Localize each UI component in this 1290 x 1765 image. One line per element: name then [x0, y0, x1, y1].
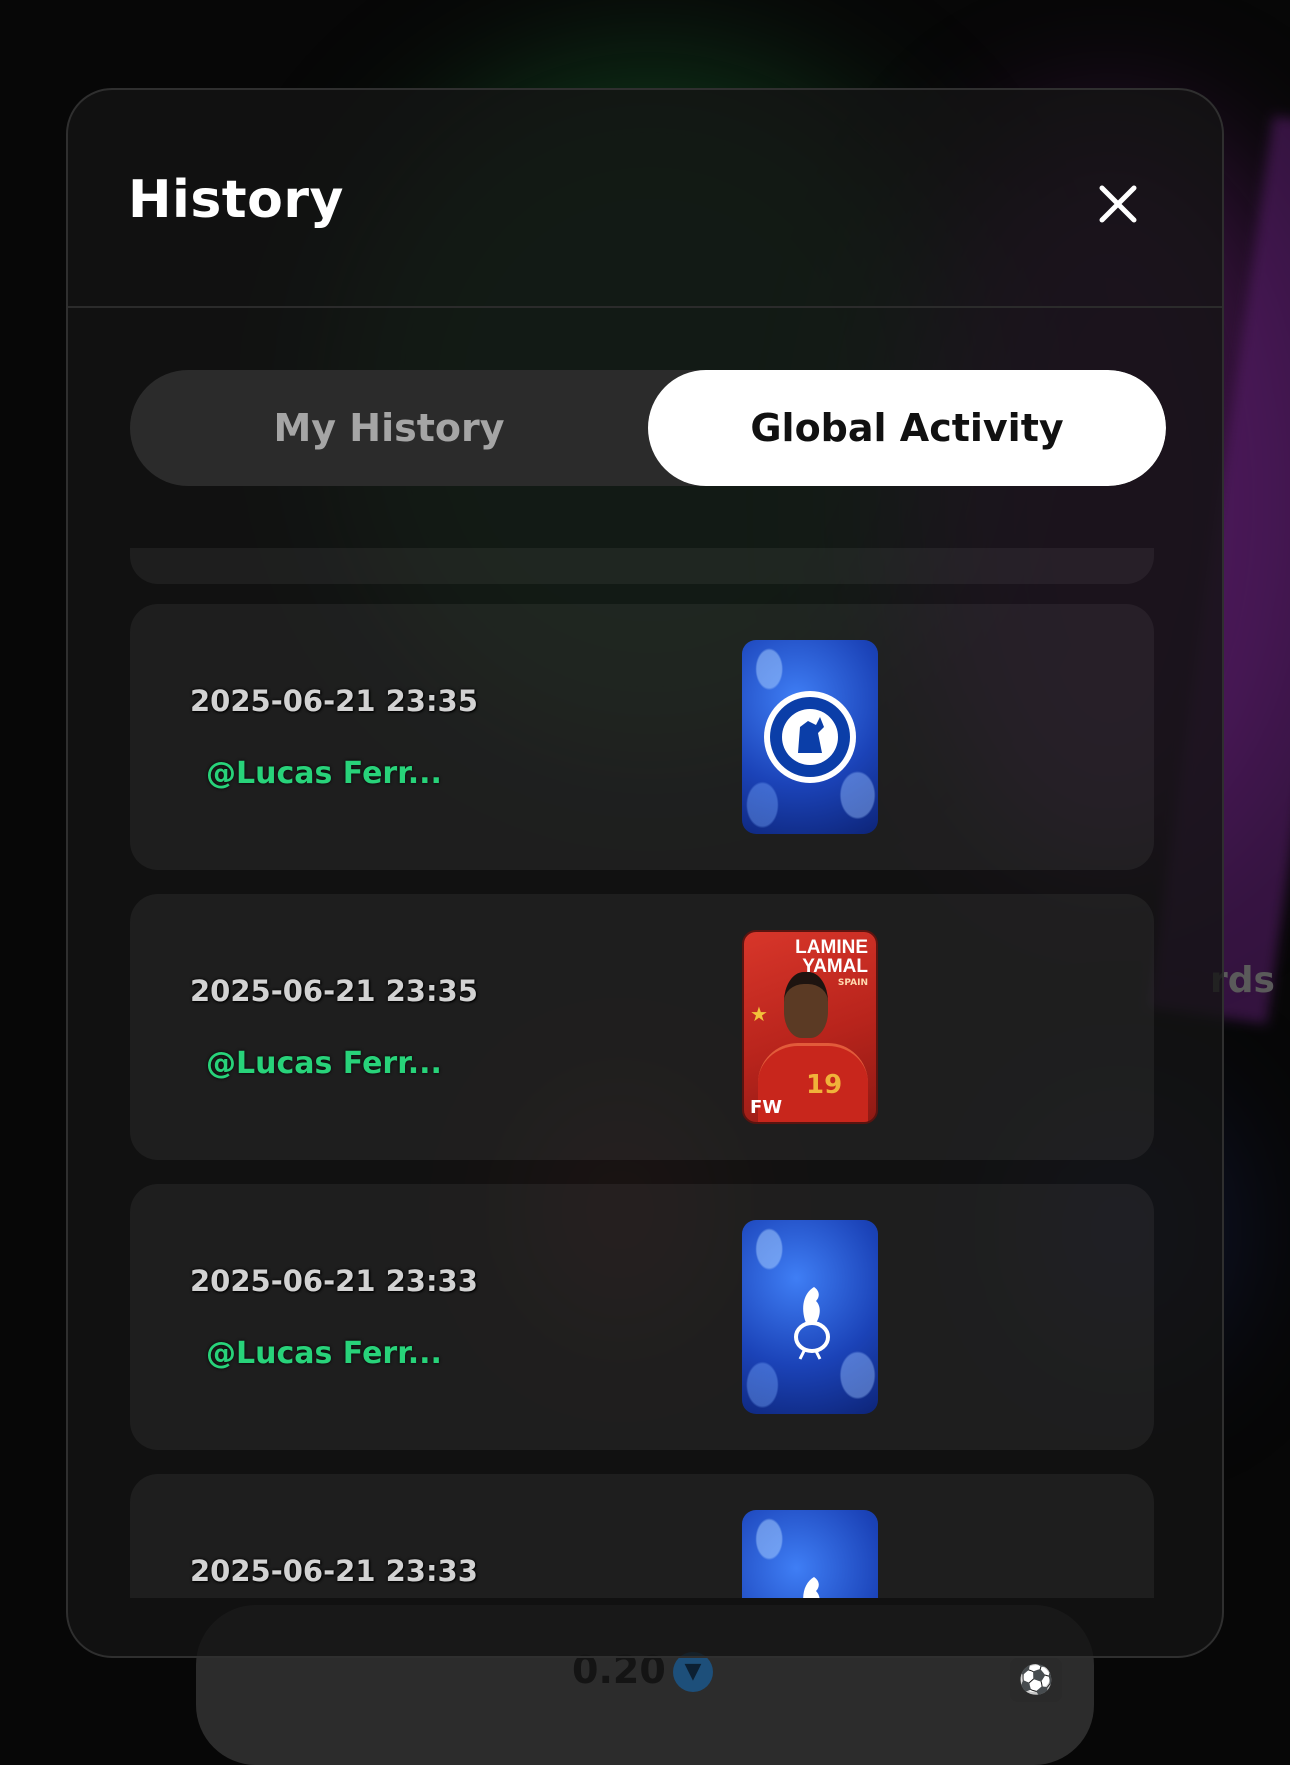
activity-username[interactable]: @Lucas Ferr...	[206, 1046, 442, 1081]
activity-timestamp: 2025-06-21 23:35	[190, 974, 478, 1008]
activity-timestamp: 2025-06-21 23:35	[190, 684, 478, 718]
player-name: LAMINE YAMAL	[795, 937, 868, 977]
activity-timestamp: 2025-06-21 23:33	[190, 1554, 478, 1588]
chelsea-club-card[interactable]	[742, 640, 878, 834]
star-icon: ★	[750, 1002, 768, 1026]
tab-my-history[interactable]: My History	[130, 370, 648, 486]
close-icon	[1099, 185, 1137, 223]
list-item[interactable]	[130, 548, 1154, 584]
tottenham-club-card[interactable]	[742, 1510, 878, 1598]
list-item[interactable]: 2025-06-21 23:35 @Lucas Ferr...	[130, 604, 1154, 870]
list-item[interactable]: 2025-06-21 23:35 @Lucas Ferr... LAMINE Y…	[130, 894, 1154, 1160]
close-button[interactable]	[1088, 174, 1148, 234]
player-position: FW	[750, 1097, 783, 1118]
player-number: 19	[806, 1070, 843, 1100]
activity-list[interactable]: 2025-06-21 23:35 @Lucas Ferr... 2025-06-…	[130, 548, 1158, 1598]
player-portrait	[784, 972, 828, 1038]
list-item[interactable]: 2025-06-21 23:33 @Lucas Ferr...	[130, 1184, 1154, 1450]
modal-header: History	[68, 90, 1222, 308]
cockerel-crest-icon	[794, 1287, 830, 1360]
activity-username[interactable]: @Lucas Ferr...	[206, 756, 442, 791]
player-card[interactable]: LAMINE YAMAL SPAIN ★ 19 FW	[742, 930, 878, 1124]
chelsea-crest-icon	[764, 691, 856, 783]
ton-token-icon: ▼	[673, 1652, 713, 1692]
player-country: SPAIN	[837, 978, 868, 988]
tab-global-activity[interactable]: Global Activity	[648, 370, 1166, 486]
activity-timestamp: 2025-06-21 23:33	[190, 1264, 478, 1298]
history-tabs: My History Global Activity	[130, 370, 1166, 486]
modal-title: History	[128, 170, 344, 230]
cockerel-crest-icon	[803, 1577, 820, 1598]
activity-username[interactable]: @Lucas Ferr...	[206, 1336, 442, 1371]
tottenham-club-card[interactable]	[742, 1220, 878, 1414]
history-modal: History My History Global Activity 2025-…	[66, 88, 1224, 1658]
soccer-ball-icon[interactable]: ⚽	[1010, 1658, 1062, 1702]
list-item[interactable]: 2025-06-21 23:33	[130, 1474, 1154, 1598]
